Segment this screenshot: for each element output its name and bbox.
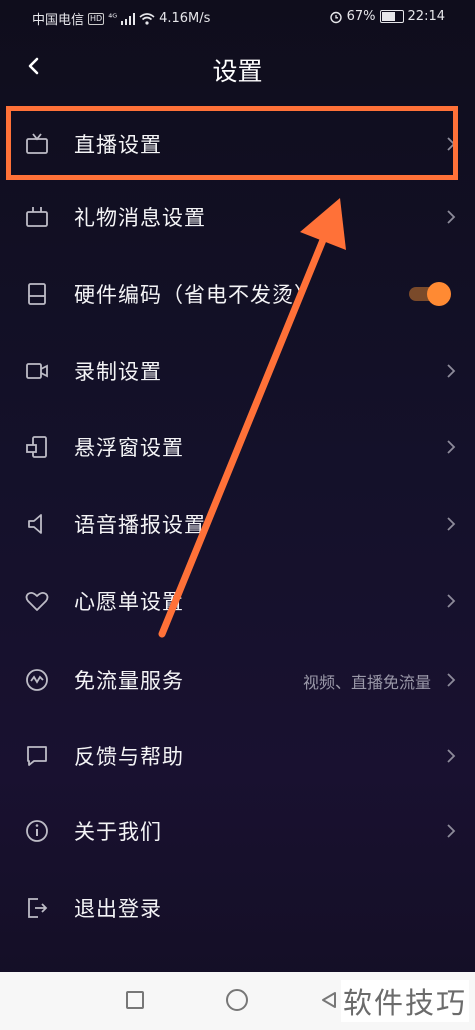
highlight-box: [6, 106, 458, 180]
chevron-right-icon: [447, 440, 456, 454]
setting-hardware-encoding: 硬件编码（省电不发烫）: [0, 259, 475, 329]
home-icon[interactable]: [226, 989, 248, 1011]
setting-label: 礼物消息设置: [74, 206, 206, 230]
hardware-encoding-toggle[interactable]: [409, 282, 451, 306]
setting-label: 录制设置: [74, 360, 162, 384]
signal-icon: [121, 12, 136, 25]
chevron-right-icon: [447, 749, 456, 763]
setting-wishlist[interactable]: 心愿单设置: [0, 566, 475, 636]
setting-label: 硬件编码（省电不发烫）: [74, 283, 316, 307]
video-camera-icon: [26, 363, 48, 379]
logout-icon: [28, 898, 48, 918]
setting-value: 视频、直播免流量: [302, 673, 431, 692]
info-icon: [26, 820, 48, 842]
setting-label: 悬浮窗设置: [74, 436, 184, 460]
gift-tv-icon: [26, 207, 48, 227]
hd-badge: HD: [88, 12, 105, 25]
setting-voice-broadcast[interactable]: 语音播报设置: [0, 489, 475, 559]
speaker-icon: [28, 514, 42, 534]
setting-logout[interactable]: 退出登录: [0, 873, 475, 943]
network-speed: 4.16M/s: [159, 11, 211, 26]
network-type: ⁴ᴳ: [108, 13, 118, 24]
phone-chip-icon: [28, 283, 46, 305]
setting-feedback-help[interactable]: 反馈与帮助: [0, 721, 475, 791]
setting-gift-message[interactable]: 礼物消息设置: [0, 182, 475, 252]
floating-window-icon: [26, 436, 47, 458]
setting-data-free[interactable]: 免流量服务 视频、直播免流量: [0, 645, 475, 715]
chevron-right-icon: [447, 517, 456, 531]
setting-label: 语音播报设置: [74, 513, 206, 537]
clock: 22:14: [407, 9, 445, 24]
battery-percent: 67%: [346, 9, 376, 24]
setting-label: 免流量服务: [74, 669, 184, 693]
page-title: 设置: [212, 57, 263, 86]
battery-icon: [379, 10, 404, 23]
setting-label: 关于我们: [74, 820, 162, 844]
setting-label: 心愿单设置: [74, 590, 184, 614]
setting-floating-window[interactable]: 悬浮窗设置: [0, 412, 475, 482]
system-nav-bar: 软件技巧: [0, 972, 475, 1030]
chevron-right-icon: [447, 364, 456, 378]
data-free-icon: [26, 669, 48, 691]
chevron-right-icon: [447, 210, 456, 224]
recent-apps-icon[interactable]: [126, 991, 144, 1009]
status-bar: 中国电信 HD ⁴ᴳ 4.16M/s 67% 22:14: [0, 0, 475, 34]
setting-label: 退出登录: [74, 897, 162, 921]
carrier-text: 中国电信: [32, 13, 85, 28]
chevron-right-icon: [447, 594, 456, 608]
chevron-right-icon: [447, 824, 456, 838]
setting-about-us[interactable]: 关于我们: [0, 796, 475, 866]
toggle-knob: [427, 282, 451, 306]
setting-label: 反馈与帮助: [74, 745, 184, 769]
wifi-icon: [139, 12, 155, 25]
chevron-right-icon: [447, 673, 456, 687]
heart-icon: [25, 591, 49, 611]
setting-recording[interactable]: 录制设置: [0, 336, 475, 406]
watermark: 软件技巧: [340, 980, 469, 1022]
back-triangle-icon[interactable]: [320, 991, 338, 1009]
alarm-icon: [329, 11, 342, 23]
feedback-icon: [27, 746, 47, 766]
